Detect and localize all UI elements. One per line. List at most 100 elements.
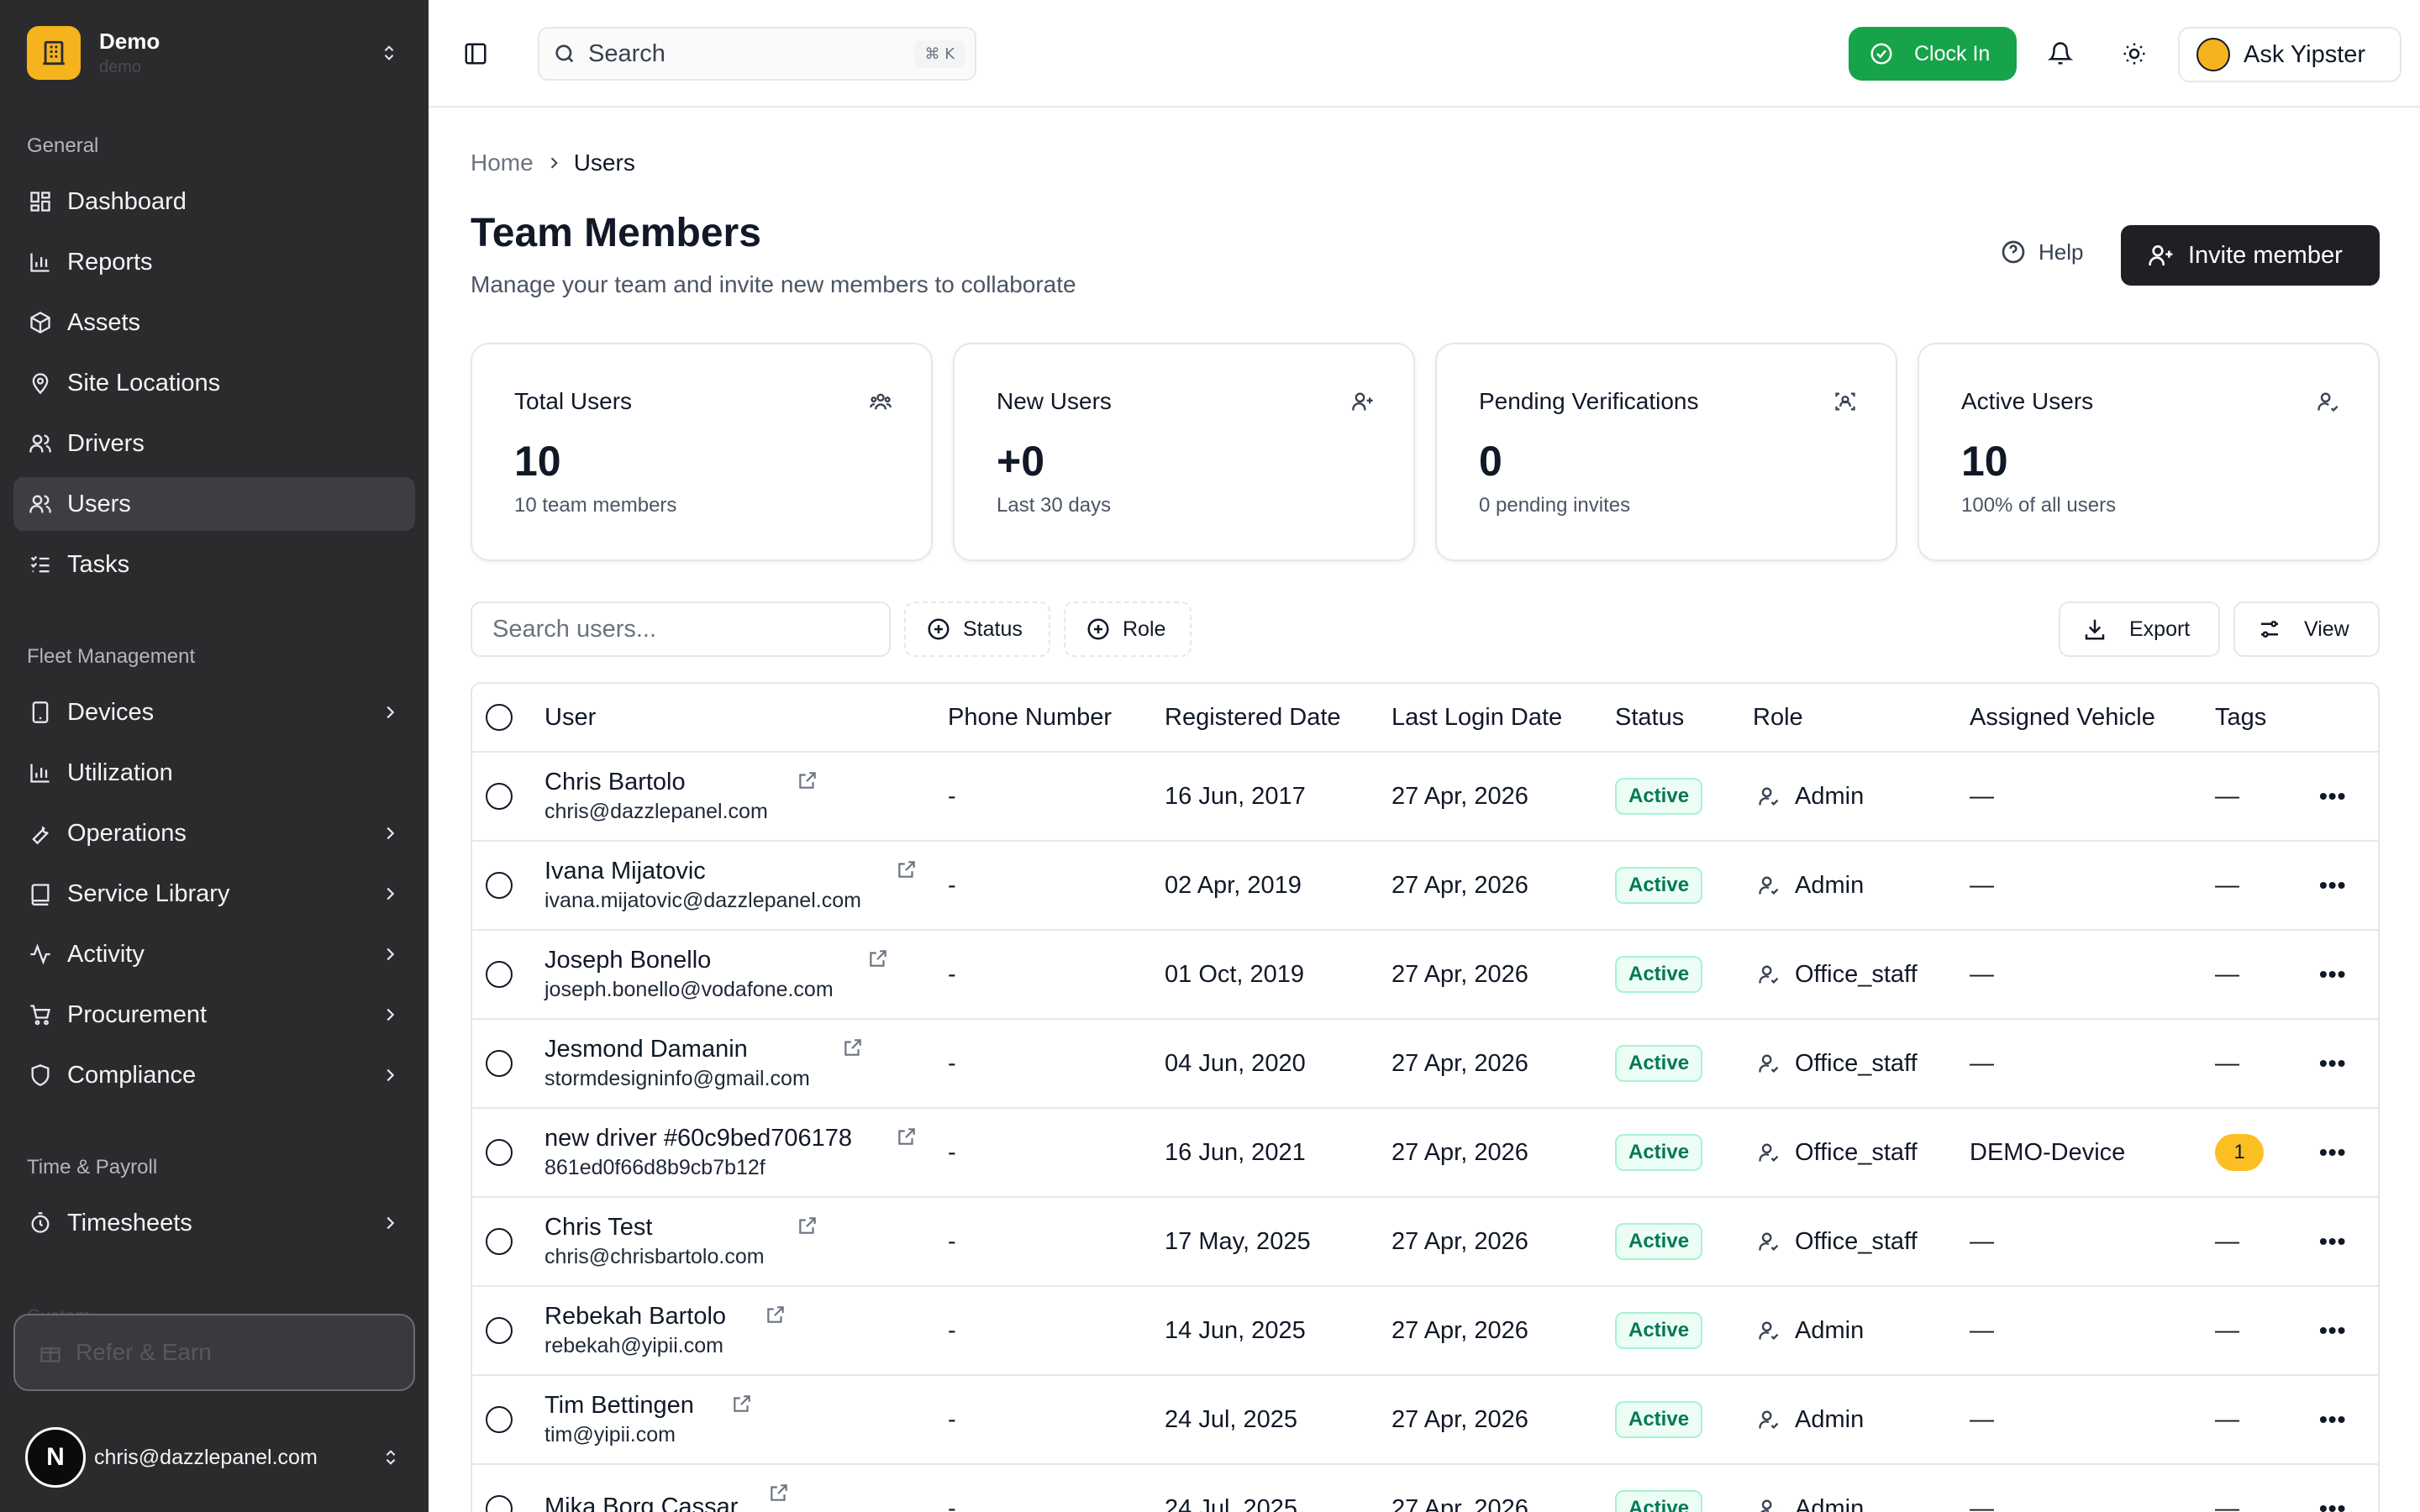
column-header-last-login[interactable]: Last Login Date: [1392, 684, 1562, 751]
column-header-role[interactable]: Role: [1753, 684, 1803, 751]
bell-icon[interactable]: [2044, 37, 2077, 71]
user-name[interactable]: Rebekah Bartolo: [544, 1303, 726, 1331]
registered-date-cell: 04 Jun, 2020: [1165, 1049, 1306, 1077]
row-select-checkbox[interactable]: [486, 1020, 513, 1107]
row-select-checkbox[interactable]: [486, 1198, 513, 1285]
user-name[interactable]: Ivana Mijatovic: [544, 858, 706, 885]
table-row[interactable]: Rebekah Bartolo rebekah@yipii.com - 14 Jun,…: [472, 1287, 2378, 1376]
external-link-icon[interactable]: [729, 1391, 755, 1416]
sidebar-item-procurement[interactable]: Procurement: [13, 988, 415, 1042]
external-link-icon[interactable]: [795, 768, 820, 793]
row-select-checkbox[interactable]: [486, 1287, 513, 1374]
column-header-user[interactable]: User: [544, 684, 596, 751]
table-row[interactable]: Jesmond Damanin stormdesigninfo@gmail.com…: [472, 1020, 2378, 1109]
sidebar-item-dashboard[interactable]: Dashboard: [13, 175, 415, 228]
view-options-button[interactable]: View: [2233, 601, 2380, 657]
user-name[interactable]: Mika Borg Cassar: [544, 1494, 738, 1512]
ask-yipster-button[interactable]: Ask Yipster: [2178, 27, 2402, 82]
user-role-icon: [1756, 1407, 1781, 1432]
sidebar-item-tasks[interactable]: Tasks: [13, 538, 415, 591]
clock-in-button[interactable]: Clock In: [1849, 27, 2017, 81]
tag-count-badge[interactable]: 1: [2215, 1134, 2264, 1171]
row-select-checkbox[interactable]: [486, 842, 513, 929]
sidebar-item-utilization[interactable]: Utilization: [13, 746, 415, 800]
status-filter-button[interactable]: Status: [904, 601, 1050, 657]
sidebar-item-timesheets[interactable]: Timesheets: [13, 1196, 415, 1250]
sidebar-item-reports[interactable]: Reports: [13, 235, 415, 289]
vehicle-cell: —: [1970, 960, 1994, 988]
user-name[interactable]: Joseph Bonello: [544, 947, 711, 974]
sidebar-item-devices[interactable]: Devices: [13, 685, 415, 739]
external-link-icon[interactable]: [763, 1302, 788, 1327]
more-horizontal-icon: •••: [2319, 783, 2347, 809]
row-select-checkbox[interactable]: [486, 931, 513, 1018]
sidebar-item-label: Assets: [67, 308, 141, 336]
row-actions-button[interactable]: •••: [2319, 1020, 2346, 1107]
row-actions-button[interactable]: •••: [2319, 1109, 2346, 1196]
select-all-checkbox[interactable]: [486, 684, 513, 751]
table-row[interactable]: Chris Test chris@chrisbartolo.com - 17 May,…: [472, 1198, 2378, 1287]
sidebar-item-compliance[interactable]: Compliance: [13, 1048, 415, 1102]
sidebar-item-site-locations[interactable]: Site Locations: [13, 356, 415, 410]
sidebar-item-users[interactable]: Users: [13, 477, 415, 531]
row-actions-button[interactable]: •••: [2319, 1376, 2346, 1463]
sidebar-item-service-library[interactable]: Service Library: [13, 867, 415, 921]
phone-cell: -: [948, 1405, 956, 1433]
user-name[interactable]: Chris Bartolo: [544, 769, 686, 796]
table-row[interactable]: new driver #60c9bed706178 861ed0f66d8b9cb…: [472, 1109, 2378, 1198]
table-row[interactable]: Joseph Bonello joseph.bonello@vodafone.co…: [472, 931, 2378, 1020]
chevrons-up-down-icon: [378, 1441, 403, 1474]
role-filter-button[interactable]: Role: [1064, 601, 1192, 657]
user-name[interactable]: Chris Test: [544, 1214, 652, 1242]
user-name[interactable]: new driver #60c9bed706178: [544, 1125, 852, 1152]
row-actions-button[interactable]: •••: [2319, 931, 2346, 1018]
table-row[interactable]: Chris Bartolo chris@dazzlepanel.com - 16 Ju…: [472, 753, 2378, 842]
row-actions-button[interactable]: •••: [2319, 842, 2346, 929]
help-button[interactable]: Help: [2000, 239, 2083, 265]
table-row[interactable]: Tim Bettingen tim@yipii.com - 24 Jul, 2025 2…: [472, 1376, 2378, 1465]
column-header-status[interactable]: Status: [1615, 684, 1684, 751]
role-label: Office_staff: [1795, 1049, 1918, 1077]
sidebar-item-drivers[interactable]: Drivers: [13, 417, 415, 470]
row-select-checkbox[interactable]: [486, 753, 513, 840]
row-actions-button[interactable]: •••: [2319, 1465, 2346, 1512]
column-header-tags[interactable]: Tags: [2215, 684, 2266, 751]
invite-member-button[interactable]: Invite member: [2121, 225, 2380, 286]
user-search-input[interactable]: Search users...: [471, 601, 891, 657]
breadcrumb-home-link[interactable]: Home: [471, 150, 534, 176]
phone-cell: -: [948, 782, 956, 810]
external-link-icon[interactable]: [766, 1480, 792, 1505]
global-search-input[interactable]: Search ⌘ K: [538, 27, 976, 81]
registered-date-cell: 24 Jul, 2025: [1165, 1405, 1298, 1433]
column-header-phone[interactable]: Phone Number: [948, 684, 1112, 751]
user-name[interactable]: Tim Bettingen: [544, 1392, 694, 1420]
column-header-vehicle[interactable]: Assigned Vehicle: [1970, 684, 2155, 751]
column-header-registered[interactable]: Registered Date: [1165, 684, 1341, 751]
export-button[interactable]: Export: [2059, 601, 2220, 657]
user-menu[interactable]: N chris@dazzlepanel.com: [25, 1420, 403, 1495]
sidebar-item-activity[interactable]: Activity: [13, 927, 415, 981]
sidebar-item-operations[interactable]: Operations: [13, 806, 415, 860]
sidebar-item-assets[interactable]: Assets: [13, 296, 415, 349]
sidebar-toggle-icon[interactable]: [459, 37, 492, 71]
row-select-checkbox[interactable]: [486, 1109, 513, 1196]
org-switcher[interactable]: Demo demo: [27, 25, 402, 81]
user-cell: Jesmond Damanin stormdesigninfo@gmail.com: [544, 1020, 810, 1107]
phone-cell: -: [948, 960, 956, 988]
row-actions-button[interactable]: •••: [2319, 1198, 2346, 1285]
table-row[interactable]: Mika Borg Cassar - 24 Jul, 2025 27 Apr, 202…: [472, 1465, 2378, 1512]
external-link-icon[interactable]: [894, 857, 919, 882]
row-select-checkbox[interactable]: [486, 1376, 513, 1463]
row-actions-button[interactable]: •••: [2319, 1287, 2346, 1374]
external-link-icon[interactable]: [865, 946, 891, 971]
sun-icon[interactable]: [2118, 37, 2151, 71]
table-row[interactable]: Ivana Mijatovic ivana.mijatovic@dazzlepan…: [472, 842, 2378, 931]
sidebar-item-label: Users: [67, 490, 131, 517]
external-link-icon[interactable]: [840, 1035, 865, 1060]
user-name[interactable]: Jesmond Damanin: [544, 1036, 748, 1063]
external-link-icon[interactable]: [795, 1213, 820, 1238]
row-select-checkbox[interactable]: [486, 1465, 513, 1512]
refer-earn-button[interactable]: Refer & Earn: [13, 1314, 415, 1391]
external-link-icon[interactable]: [894, 1124, 919, 1149]
row-actions-button[interactable]: •••: [2319, 753, 2346, 840]
